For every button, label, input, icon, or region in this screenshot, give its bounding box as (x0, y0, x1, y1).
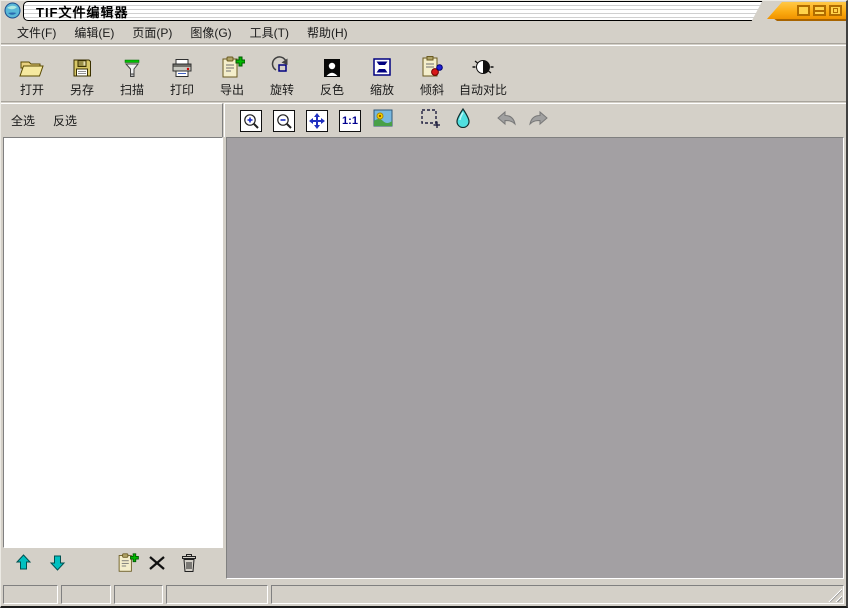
invert-color-icon (322, 53, 342, 79)
delete-x-icon (148, 555, 166, 576)
scan-label: 扫描 (119, 83, 144, 97)
menu-image[interactable]: 图像(G) (182, 22, 239, 43)
actual-size-icon: 1:1 (339, 109, 361, 132)
close-button[interactable] (829, 5, 842, 16)
invert-label: 反色 (319, 83, 344, 97)
open-label: 打开 (19, 83, 44, 97)
zoom-out-button[interactable] (272, 109, 296, 133)
rotate-icon (270, 53, 294, 79)
status-panel-1 (3, 585, 58, 604)
move-up-button[interactable] (13, 554, 33, 576)
invert-button[interactable]: 反色 (307, 52, 357, 99)
save-as-floppy-icon (71, 53, 93, 79)
image-view-icon (373, 109, 393, 132)
print-button[interactable]: 打印 (157, 52, 207, 99)
delete-page-button[interactable] (147, 555, 167, 575)
fill-droplet-button[interactable] (451, 107, 475, 133)
rotate-label: 旋转 (269, 83, 294, 97)
auto-contrast-button[interactable]: 自动对比 (457, 52, 509, 99)
copy-page-button[interactable] (115, 552, 139, 578)
menu-page[interactable]: 页面(P) (124, 22, 180, 43)
export-button[interactable]: 导出 (207, 52, 257, 99)
rotate-button[interactable]: 旋转 (257, 52, 307, 99)
fill-droplet-icon (455, 107, 471, 133)
trash-icon (180, 553, 198, 578)
select-region-button[interactable] (418, 109, 442, 133)
redo-icon (528, 110, 550, 131)
actual-size-label: 1:1 (342, 114, 358, 127)
zoom-in-button[interactable] (239, 109, 263, 133)
zoom-in-icon (240, 109, 262, 132)
open-folder-icon (19, 53, 45, 79)
fit-window-icon (306, 109, 328, 132)
select-region-icon (420, 108, 440, 133)
status-panel-5 (271, 585, 844, 604)
copy-page-icon (115, 552, 139, 578)
scan-icon (121, 53, 143, 79)
window-controls (767, 2, 846, 19)
auto-contrast-icon (470, 53, 496, 79)
fit-window-button[interactable] (305, 109, 329, 133)
status-panel-2 (61, 585, 111, 604)
save-as-button[interactable]: 另存 (57, 52, 107, 99)
page-thumbnail-panel[interactable] (3, 137, 223, 548)
window-title: TIF文件编辑器 (36, 4, 129, 20)
undo-button[interactable] (494, 109, 518, 133)
app-window: TIF文件编辑器 文件(F) 编辑(E) 页面(P) 图像(G) 工具(T) 帮… (0, 0, 848, 608)
deskew-button[interactable]: 倾斜 (407, 52, 457, 99)
undo-icon (495, 110, 517, 131)
auto-contrast-label: 自动对比 (459, 83, 508, 97)
status-panel-3 (114, 585, 163, 604)
menu-file[interactable]: 文件(F) (9, 22, 64, 43)
menubar: 文件(F) 编辑(E) 页面(P) 图像(G) 工具(T) 帮助(H) (1, 21, 846, 44)
maximize-button[interactable] (813, 5, 826, 16)
move-down-button[interactable] (47, 555, 67, 575)
deskew-icon (419, 53, 445, 79)
menu-help[interactable]: 帮助(H) (299, 22, 356, 43)
zoom-scale-icon (370, 53, 394, 79)
main-toolbar: 打开 另存 扫描 打印 导出 旋转 反色 缩放 倾斜 自动对比 (1, 45, 846, 102)
menu-edit[interactable]: 编辑(E) (66, 22, 122, 43)
export-icon (219, 53, 245, 79)
view-toolbar: 1:1 (224, 103, 846, 137)
open-button[interactable]: 打开 (7, 52, 57, 99)
deskew-label: 倾斜 (419, 83, 444, 97)
status-panel-4 (166, 585, 268, 604)
scan-button[interactable]: 扫描 (107, 52, 157, 99)
print-icon (170, 53, 194, 79)
status-bar (1, 582, 846, 606)
titlebar[interactable]: TIF文件编辑器 (1, 1, 846, 21)
page-list-header: 全选 反选 (1, 103, 223, 137)
invert-selection-button[interactable]: 反选 (53, 112, 77, 129)
title-capsule: TIF文件编辑器 (23, 1, 771, 21)
image-view-button[interactable] (371, 109, 395, 133)
zoom-out-icon (273, 109, 295, 132)
trash-button[interactable] (179, 553, 199, 578)
menu-tools[interactable]: 工具(T) (242, 22, 297, 43)
select-all-button[interactable]: 全选 (11, 112, 35, 129)
zoom-scale-button[interactable]: 缩放 (357, 52, 407, 99)
globe-icon (4, 2, 21, 19)
print-label: 打印 (169, 83, 194, 97)
actual-size-button[interactable]: 1:1 (338, 109, 362, 133)
export-label: 导出 (219, 83, 244, 97)
page-actions-bar (3, 548, 223, 582)
move-up-icon (15, 554, 32, 576)
zoom-scale-label: 缩放 (369, 83, 394, 97)
image-canvas[interactable] (226, 137, 844, 579)
resize-grip[interactable] (828, 588, 842, 602)
move-down-icon (49, 554, 66, 576)
redo-button[interactable] (527, 109, 551, 133)
save-as-label: 另存 (69, 83, 94, 97)
minimize-button[interactable] (797, 5, 810, 16)
